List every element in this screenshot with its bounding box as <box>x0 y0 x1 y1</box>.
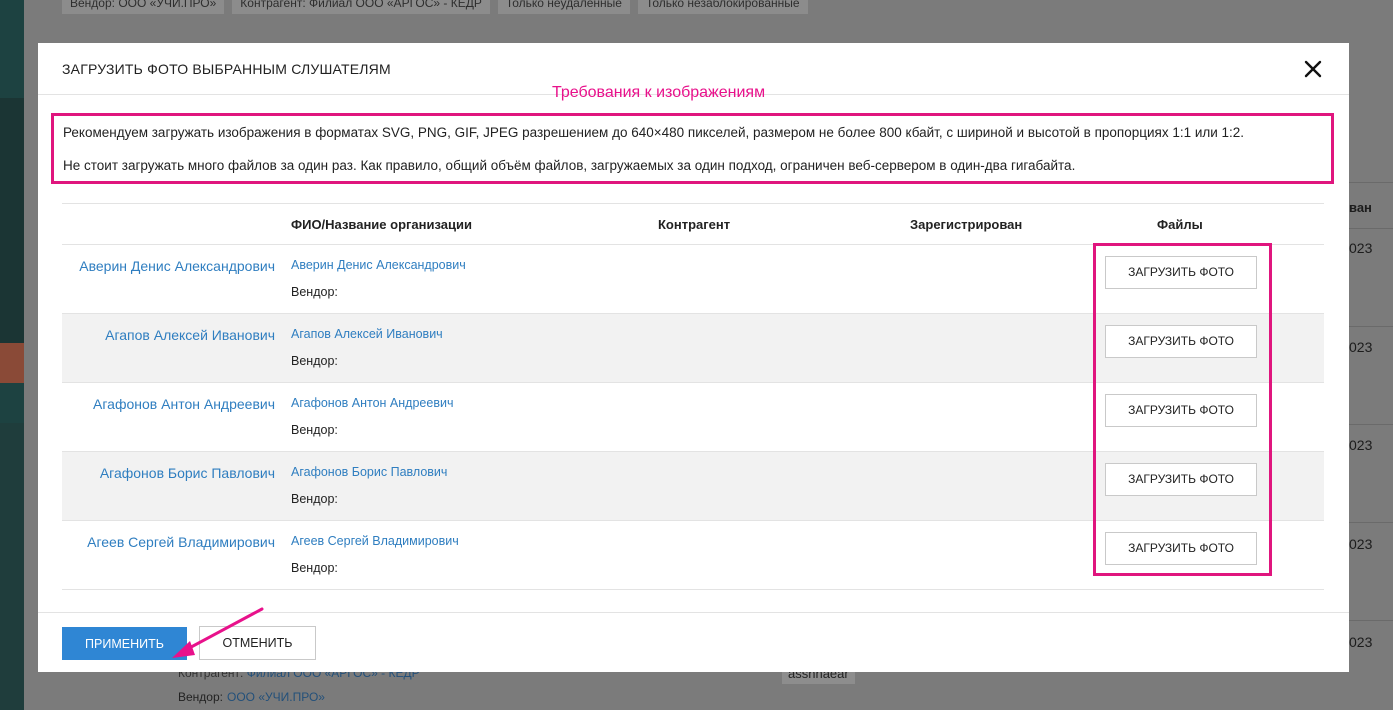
annotation-title: Требования к изображениям <box>552 84 766 101</box>
close-icon <box>1304 60 1322 78</box>
background-year: 023 <box>1349 240 1373 256</box>
org-name-link[interactable]: Агафонов Борис Павлович <box>291 465 447 479</box>
vendor-link[interactable]: ООО «УЧИ.ПРО» <box>227 690 325 704</box>
listener-name-link[interactable]: Агафонов Борис Павлович <box>100 465 275 481</box>
table-row: Агафонов Борис Павлович Агафонов Борис П… <box>62 452 1324 521</box>
listener-name-link[interactable]: Агеев Сергей Владимирович <box>87 534 275 550</box>
upload-photo-button[interactable]: ЗАГРУЗИТЬ ФОТО <box>1105 256 1257 289</box>
listener-name-link[interactable]: Аверин Денис Александрович <box>79 258 275 274</box>
requirement-text: Рекомендуем загружать изображения в форм… <box>63 125 1245 140</box>
requirement-text: Не стоит загружать много файлов за один … <box>63 158 1076 173</box>
upload-photo-modal: ЗАГРУЗИТЬ ФОТО ВЫБРАННЫМ СЛУШАТЕЛЯМ Треб… <box>38 43 1349 672</box>
background-year: 023 <box>1349 437 1373 453</box>
filter-chip: Только неудаленные <box>497 0 630 14</box>
vendor-label: Вендор: <box>291 354 338 368</box>
table-row: Агеев Сергей Владимирович Агеев Сергей В… <box>62 521 1324 590</box>
background-year: 023 <box>1349 536 1373 552</box>
filter-chip: Контрагент: Филиал ООО «АРГОС» - КЕДР <box>232 0 490 14</box>
modal-title: ЗАГРУЗИТЬ ФОТО ВЫБРАННЫМ СЛУШАТЕЛЯМ <box>62 61 391 77</box>
vendor-label: Вендор: <box>291 492 338 506</box>
column-header-registered[interactable]: Зарегистрирован <box>910 217 1022 232</box>
vendor-label: Вендор: <box>178 690 223 704</box>
upload-photo-button[interactable]: ЗАГРУЗИТЬ ФОТО <box>1105 463 1257 496</box>
upload-photo-button[interactable]: ЗАГРУЗИТЬ ФОТО <box>1105 532 1257 565</box>
column-header-counterparty[interactable]: Контрагент <box>658 217 730 232</box>
org-name-link[interactable]: Агапов Алексей Иванович <box>291 327 443 341</box>
apply-button[interactable]: ПРИМЕНИТЬ <box>62 627 187 660</box>
vendor-label: Вендор: <box>291 561 338 575</box>
close-button[interactable] <box>1301 57 1325 81</box>
modal-footer: ПРИМЕНИТЬ ОТМЕНИТЬ <box>38 612 1349 672</box>
requirements-box: Рекомендуем загружать изображения в форм… <box>51 113 1334 184</box>
background-filter-chips: Вендор: ООО «УЧИ.ПРО» Контрагент: Филиал… <box>62 0 808 16</box>
org-name-link[interactable]: Агеев Сергей Владимирович <box>291 534 459 548</box>
listener-name-link[interactable]: Агафонов Антон Андреевич <box>93 396 275 412</box>
org-name-link[interactable]: Агафонов Антон Андреевич <box>291 396 453 410</box>
background-year: 023 <box>1349 339 1373 355</box>
upload-photo-button[interactable]: ЗАГРУЗИТЬ ФОТО <box>1105 325 1257 358</box>
background-sidebar <box>0 0 24 710</box>
vendor-label: Вендор: <box>291 423 338 437</box>
org-name-link[interactable]: Аверин Денис Александрович <box>291 258 466 272</box>
table-row: Агафонов Антон Андреевич Агафонов Антон … <box>62 383 1324 452</box>
background-column-header: ван <box>1349 200 1372 215</box>
table-row: Аверин Денис Александрович Аверин Денис … <box>62 245 1324 314</box>
filter-chip: Только незаблокированные <box>637 0 808 14</box>
upload-photo-button[interactable]: ЗАГРУЗИТЬ ФОТО <box>1105 394 1257 427</box>
column-header-org[interactable]: ФИО/Название организации <box>291 217 472 232</box>
background-year: 023 <box>1349 634 1373 650</box>
column-header-files: Файлы <box>1157 217 1203 232</box>
background-bottom-row: Контрагент: Филиал ООО «АРГОС» - КЕДР Ве… <box>62 666 1352 710</box>
vendor-label: Вендор: <box>291 285 338 299</box>
table-header: ФИО/Название организации Контрагент Заре… <box>62 203 1324 245</box>
table-row: Агапов Алексей Иванович Агапов Алексей И… <box>62 314 1324 383</box>
listener-name-link[interactable]: Агапов Алексей Иванович <box>105 327 275 343</box>
cancel-button[interactable]: ОТМЕНИТЬ <box>199 626 316 660</box>
filter-chip: Вендор: ООО «УЧИ.ПРО» <box>62 0 225 14</box>
background-table-right: ван 023 023 023 023 023 <box>1349 0 1393 710</box>
listeners-table: ФИО/Название организации Контрагент Заре… <box>62 203 1324 590</box>
